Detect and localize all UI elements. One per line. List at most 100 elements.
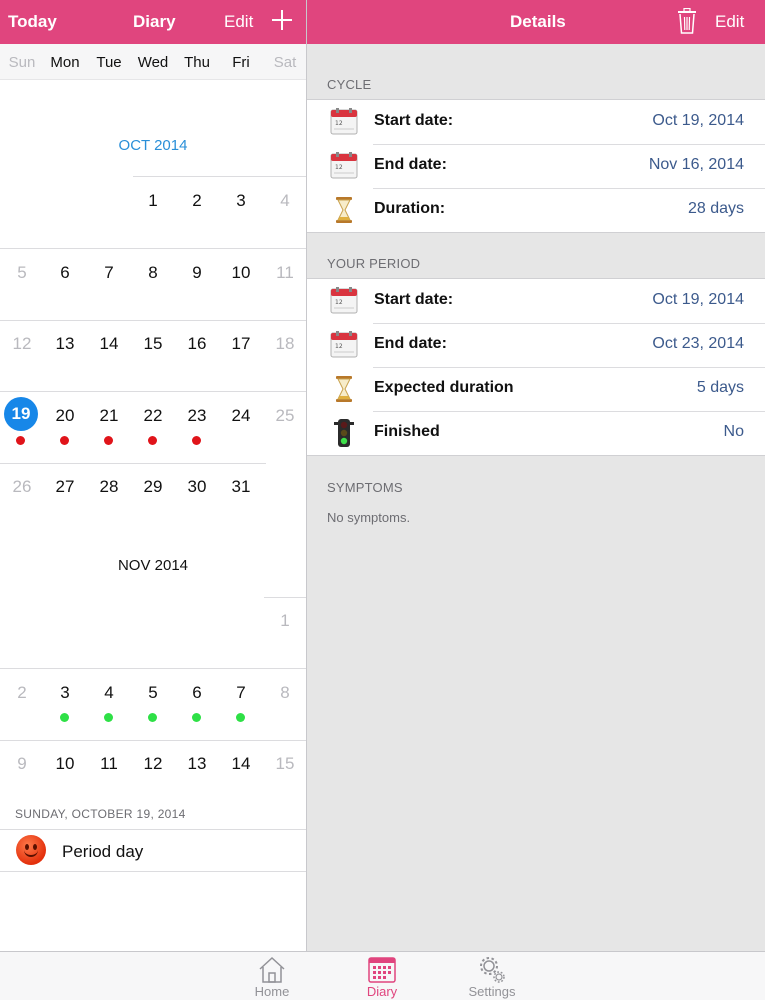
tab-home-label: Home — [254, 984, 290, 999]
calendar-day[interactable]: 23 — [175, 406, 219, 426]
fertile-dot — [192, 713, 201, 722]
week-divider — [0, 668, 306, 669]
calendar-day[interactable]: 16 — [175, 334, 219, 354]
weekday-tue: Tue — [96, 54, 122, 71]
add-icon[interactable] — [272, 10, 292, 30]
calendar-day[interactable]: 17 — [219, 334, 263, 354]
calendar-day[interactable]: 15 — [263, 754, 306, 774]
calendar-day[interactable]: 25 — [263, 406, 306, 426]
calendar-day[interactable]: 9 — [175, 263, 219, 283]
week-divider — [0, 248, 306, 249]
calendar-day[interactable]: 12 — [131, 754, 175, 774]
calendar-day[interactable]: 22 — [131, 406, 175, 426]
period-start-label: Start date: — [374, 291, 454, 308]
calendar-day[interactable]: 4 — [87, 683, 131, 703]
calendar-day[interactable]: 11 — [263, 263, 306, 283]
calendar-day[interactable]: 28 — [87, 477, 131, 497]
weekday-fri: Fri — [232, 54, 250, 71]
trash-icon[interactable] — [677, 7, 697, 39]
weekday-header: Sun Mon Tue Wed Thu Fri Sat — [0, 44, 306, 80]
tab-settings[interactable]: Settings — [452, 954, 532, 999]
calendar-day[interactable]: 24 — [219, 406, 263, 426]
cycle-section-header: CYCLE — [327, 77, 372, 92]
details-panel: CYCLE 12 Start date: Oct 19, 2014 12 End… — [307, 44, 765, 951]
cycle-duration-label: Duration: — [374, 200, 446, 217]
selected-day[interactable]: 19 — [4, 397, 38, 431]
period-dot — [16, 436, 25, 445]
expected-duration-row[interactable]: Expected duration 5 days — [307, 367, 765, 411]
calendar-icon: 12 — [329, 330, 359, 360]
calendar-day[interactable]: 2 — [175, 191, 219, 211]
weekday-sun: Sun — [8, 54, 36, 71]
calendar-day[interactable]: 6 — [43, 263, 87, 283]
calendar-day[interactable]: 13 — [175, 754, 219, 774]
calendar-day[interactable]: 7 — [87, 263, 131, 283]
fertile-dot — [236, 713, 245, 722]
hourglass-icon — [329, 195, 359, 225]
tab-diary[interactable]: Diary — [342, 954, 422, 999]
calendar[interactable]: OCT 2014 1 2 3 4 5 6 7 8 9 10 11 12 13 1… — [0, 80, 306, 795]
period-start-value: Oct 19, 2014 — [652, 291, 744, 308]
calendar-day[interactable]: 13 — [43, 334, 87, 354]
calendar-day[interactable]: 10 — [43, 754, 87, 774]
svg-text:12: 12 — [335, 343, 343, 350]
period-section-header: YOUR PERIOD — [327, 256, 421, 271]
calendar-day[interactable]: 29 — [131, 477, 175, 497]
tab-settings-label: Settings — [468, 984, 516, 999]
period-end-row[interactable]: 12 End date: Oct 23, 2014 — [307, 323, 765, 367]
calendar-day[interactable]: 3 — [219, 191, 263, 211]
calendar-day[interactable]: 31 — [219, 477, 263, 497]
calendar-day[interactable]: 1 — [263, 611, 306, 631]
month-title-oct: OCT 2014 — [118, 137, 188, 154]
cycle-start-label: Start date: — [374, 112, 454, 129]
details-edit-button[interactable]: Edit — [715, 12, 744, 32]
hourglass-icon — [329, 374, 359, 404]
calendar-day[interactable]: 8 — [131, 263, 175, 283]
period-end-value: Oct 23, 2014 — [652, 335, 744, 352]
calendar-day[interactable]: 11 — [87, 754, 131, 774]
cycle-end-label: End date: — [374, 156, 447, 173]
tab-home[interactable]: Home — [232, 954, 312, 999]
calendar-day[interactable]: 21 — [87, 406, 131, 426]
calendar-day[interactable]: 9 — [0, 754, 44, 774]
calendar-day[interactable]: 15 — [131, 334, 175, 354]
calendar-day[interactable]: 3 — [43, 683, 87, 703]
today-button[interactable]: Today — [8, 12, 57, 32]
calendar-day[interactable]: 4 — [263, 191, 306, 211]
calendar-day[interactable]: 7 — [219, 683, 263, 703]
calendar-day[interactable]: 26 — [0, 477, 44, 497]
week-divider — [0, 391, 306, 392]
finished-row[interactable]: Finished No — [307, 411, 765, 455]
calendar-day[interactable]: 8 — [263, 683, 306, 703]
diary-navbar: Today Diary Edit — [0, 0, 306, 44]
cycle-duration-row[interactable]: Duration: 28 days — [307, 188, 765, 232]
tab-bar: Home Diary Settings — [0, 951, 765, 1000]
week-divider — [0, 740, 306, 741]
calendar-day[interactable]: 18 — [263, 334, 306, 354]
calendar-day[interactable]: 5 — [0, 263, 44, 283]
calendar-day[interactable]: 12 — [0, 334, 44, 354]
period-dot — [148, 436, 157, 445]
calendar-day[interactable]: 14 — [219, 754, 263, 774]
edit-button[interactable]: Edit — [224, 12, 253, 32]
expected-duration-label: Expected duration — [374, 379, 514, 396]
cycle-end-row[interactable]: 12 End date: Nov 16, 2014 — [307, 144, 765, 188]
weekday-thu: Thu — [184, 54, 210, 71]
calendar-grid-icon — [366, 954, 398, 984]
svg-text:12: 12 — [335, 120, 343, 127]
fertile-dot — [148, 713, 157, 722]
calendar-day[interactable]: 14 — [87, 334, 131, 354]
calendar-day[interactable]: 20 — [43, 406, 87, 426]
calendar-day[interactable]: 27 — [43, 477, 87, 497]
week-divider — [133, 176, 306, 177]
calendar-day[interactable]: 10 — [219, 263, 263, 283]
calendar-day[interactable]: 5 — [131, 683, 175, 703]
calendar-day[interactable]: 2 — [0, 683, 44, 703]
calendar-day[interactable]: 6 — [175, 683, 219, 703]
calendar-day[interactable]: 1 — [131, 191, 175, 211]
finished-label: Finished — [374, 423, 440, 440]
cycle-start-row[interactable]: 12 Start date: Oct 19, 2014 — [307, 100, 765, 144]
period-start-row[interactable]: 12 Start date: Oct 19, 2014 — [307, 279, 765, 323]
diary-entry-row[interactable]: Period day — [0, 829, 306, 872]
calendar-day[interactable]: 30 — [175, 477, 219, 497]
